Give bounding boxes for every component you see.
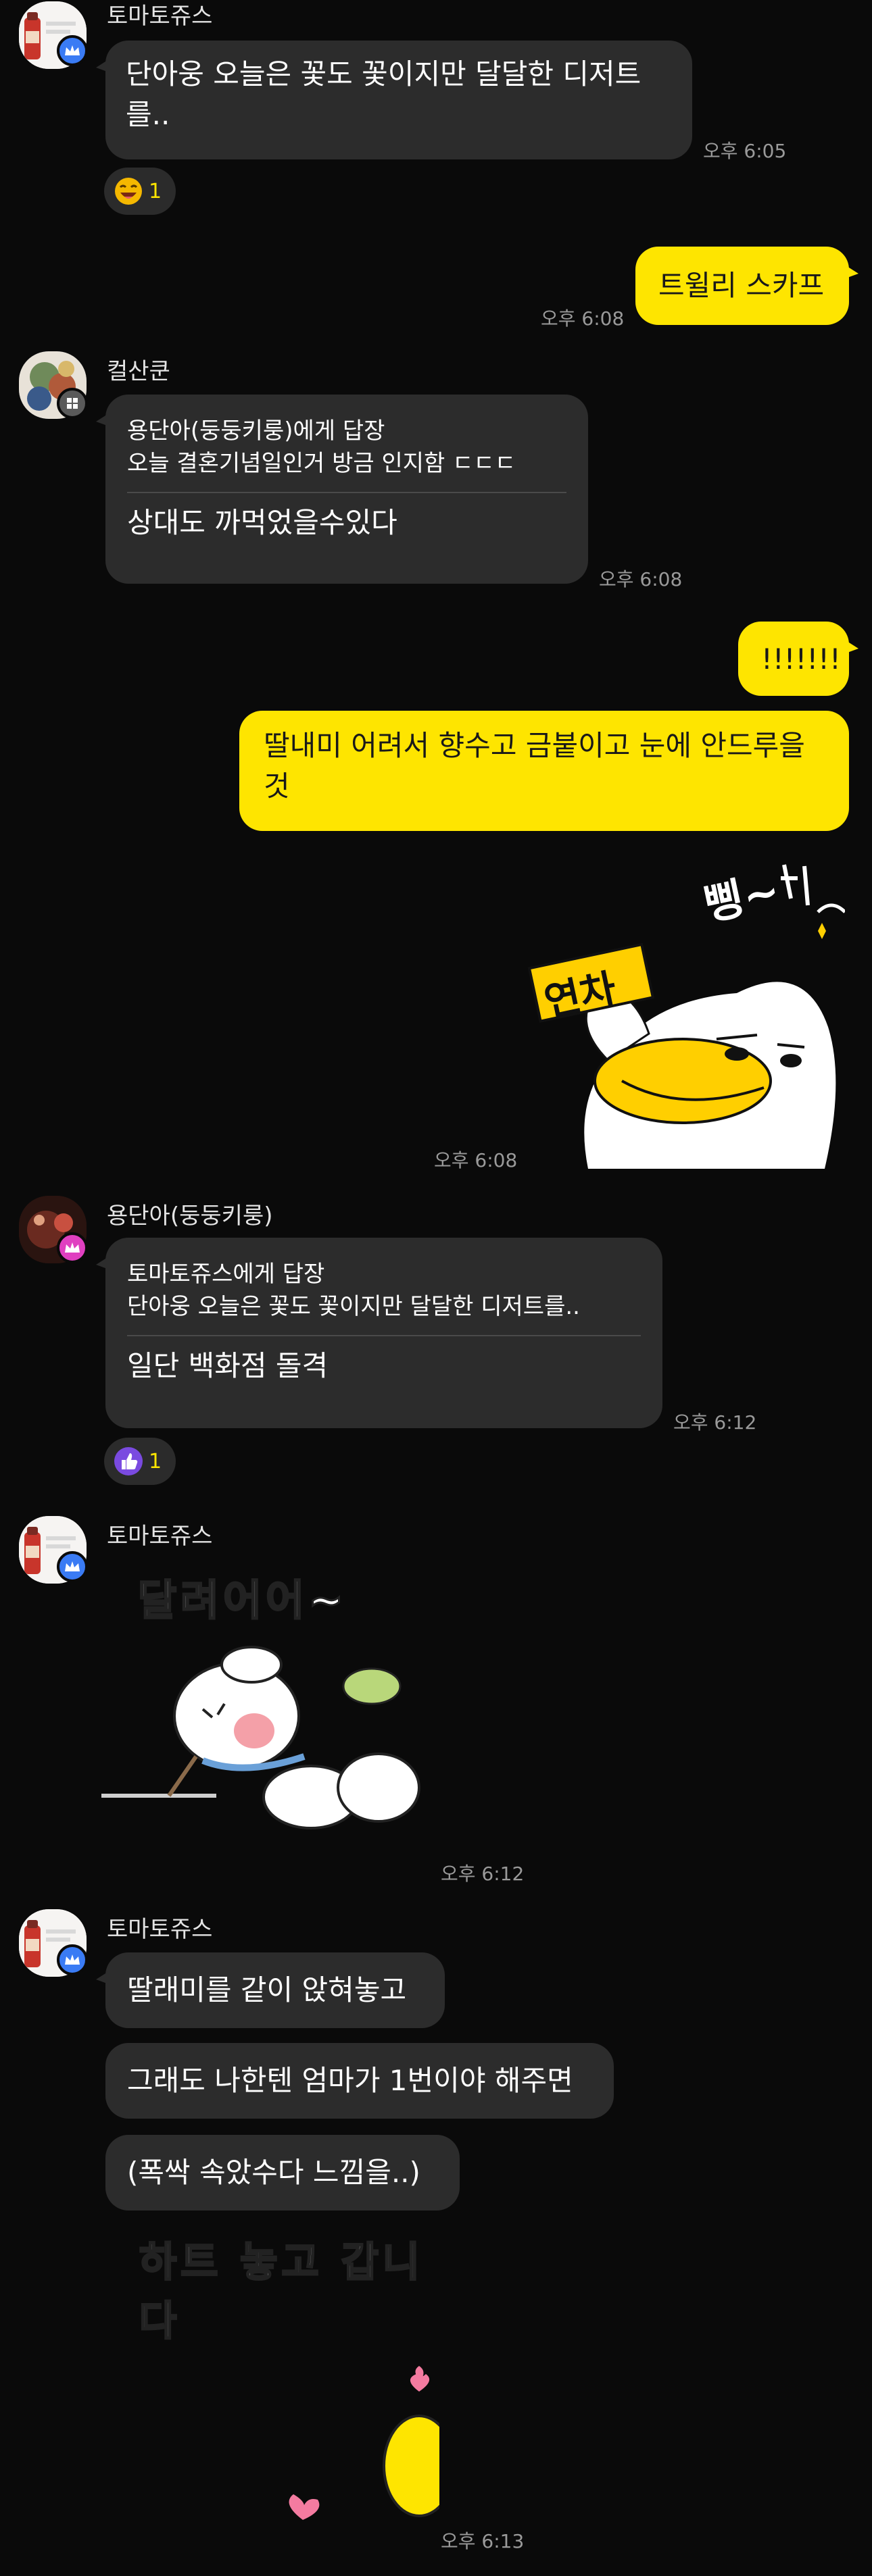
sender-name: 용단아(둥둥키룽) xyxy=(107,1203,273,1230)
crown-icon xyxy=(65,1242,80,1253)
reply-divider xyxy=(127,492,566,493)
reaction-count: 1 xyxy=(149,179,162,203)
message-time: 오후 6:12 xyxy=(441,1863,525,1885)
reply-message-bubble[interactable]: 용단아(둥둥키룽)에게 답장 오늘 결혼기념일인거 방금 인지함 ㄷㄷㄷ 상대도… xyxy=(96,395,588,584)
reply-divider xyxy=(127,1335,641,1336)
running-bunny-sticker[interactable]: 달려어어~ xyxy=(101,1561,439,1858)
message-text: 일단 백화점 돌격 xyxy=(127,1349,329,1382)
message-bubble[interactable]: 딸래미를 같이 앉혀놓고 xyxy=(96,1952,445,2028)
message-text: 그래도 나한텐 엄마가 1번이야 해주면 xyxy=(127,2064,573,2097)
message-text: (폭싹 속았수다 느낌을..) xyxy=(127,2156,420,2189)
heart-chick-image xyxy=(289,2366,439,2520)
quoted-text[interactable]: 단아웅 오늘은 꽃도 꽃이지만 달달한 디저트를.. xyxy=(127,1290,641,1323)
laughing-face-icon xyxy=(115,178,142,205)
message-bubble[interactable]: 딸내미 어려서 향수고 금붙이고 눈에 안드루을 것 xyxy=(239,711,849,831)
heart-chick-sticker[interactable]: 하트 놓고 갑니다 xyxy=(101,2223,439,2533)
message-text: 딸내미 어려서 향수고 금붙이고 눈에 안드루을 xyxy=(264,729,805,762)
message-text: !!!!!!! xyxy=(761,642,841,676)
message-time: 오후 6:05 xyxy=(703,140,787,162)
admin-crown-badge xyxy=(57,1944,88,1975)
reaction-chip[interactable]: 1 xyxy=(104,168,176,215)
crown-icon xyxy=(65,1954,80,1965)
sender-name: 컬산쿤 xyxy=(107,358,170,385)
reply-message-bubble[interactable]: 토마토쥬스에게 답장 단아웅 오늘은 꽃도 꽃이지만 달달한 디저트를.. 일단… xyxy=(96,1238,662,1428)
message-text: 를.. xyxy=(126,98,170,131)
message-bubble[interactable]: 트윌리 스카프 xyxy=(635,247,858,325)
message-time: 오후 6:08 xyxy=(434,1149,518,1171)
sender-name: 토마토쥬스 xyxy=(107,1916,213,1943)
sticker-caption: 달려어어~ xyxy=(137,1575,348,1626)
sender-name: 토마토쥬스 xyxy=(107,1523,213,1550)
crown-icon xyxy=(65,45,80,55)
message-text: 단아웅 오늘은 꽃도 꽃이지만 달달한 디저트 xyxy=(126,57,641,91)
message-time: 오후 6:08 xyxy=(541,307,625,330)
reaction-chip[interactable]: 1 xyxy=(104,1438,176,1485)
message-bubble[interactable]: !!!!!!! xyxy=(738,622,858,696)
message-text: 트윌리 스카프 xyxy=(658,269,825,302)
message-text: 것 xyxy=(264,769,290,803)
admin-crown-badge xyxy=(57,1551,88,1582)
message-text: 상대도 까먹었을수있다 xyxy=(127,506,397,539)
reaction-count: 1 xyxy=(149,1449,162,1473)
message-bubble[interactable]: (폭싹 속았수다 느낌을..) xyxy=(105,2135,460,2211)
crown-icon xyxy=(65,1561,80,1571)
admin-crown-badge xyxy=(57,35,88,66)
host-crown-badge xyxy=(57,1232,88,1263)
member-badge xyxy=(57,388,88,419)
message-time: 오후 6:08 xyxy=(599,568,683,590)
running-bunny-image xyxy=(101,1646,420,1829)
grid-icon xyxy=(67,398,78,409)
thumbs-up-icon xyxy=(114,1447,143,1475)
message-time: 오후 6:13 xyxy=(441,2530,525,2552)
message-bubble[interactable]: 그래도 나한텐 엄마가 1번이야 해주면 xyxy=(105,2043,614,2119)
duck-sticker[interactable]: 삥~ 연차 xyxy=(520,858,846,1169)
quoted-text[interactable]: 오늘 결혼기념일인거 방금 인지함 ㄷㄷㄷ xyxy=(127,447,566,480)
reply-target: 용단아(둥둥키룽)에게 답장 xyxy=(127,418,385,445)
sender-name: 토마토쥬스 xyxy=(107,3,213,30)
message-bubble[interactable]: 단아웅 오늘은 꽃도 꽃이지만 달달한 디저트 를.. xyxy=(96,41,692,159)
message-text: 딸래미를 같이 앉혀놓고 xyxy=(127,1973,407,2006)
reply-target: 토마토쥬스에게 답장 xyxy=(127,1261,325,1288)
message-time: 오후 6:12 xyxy=(673,1411,757,1434)
